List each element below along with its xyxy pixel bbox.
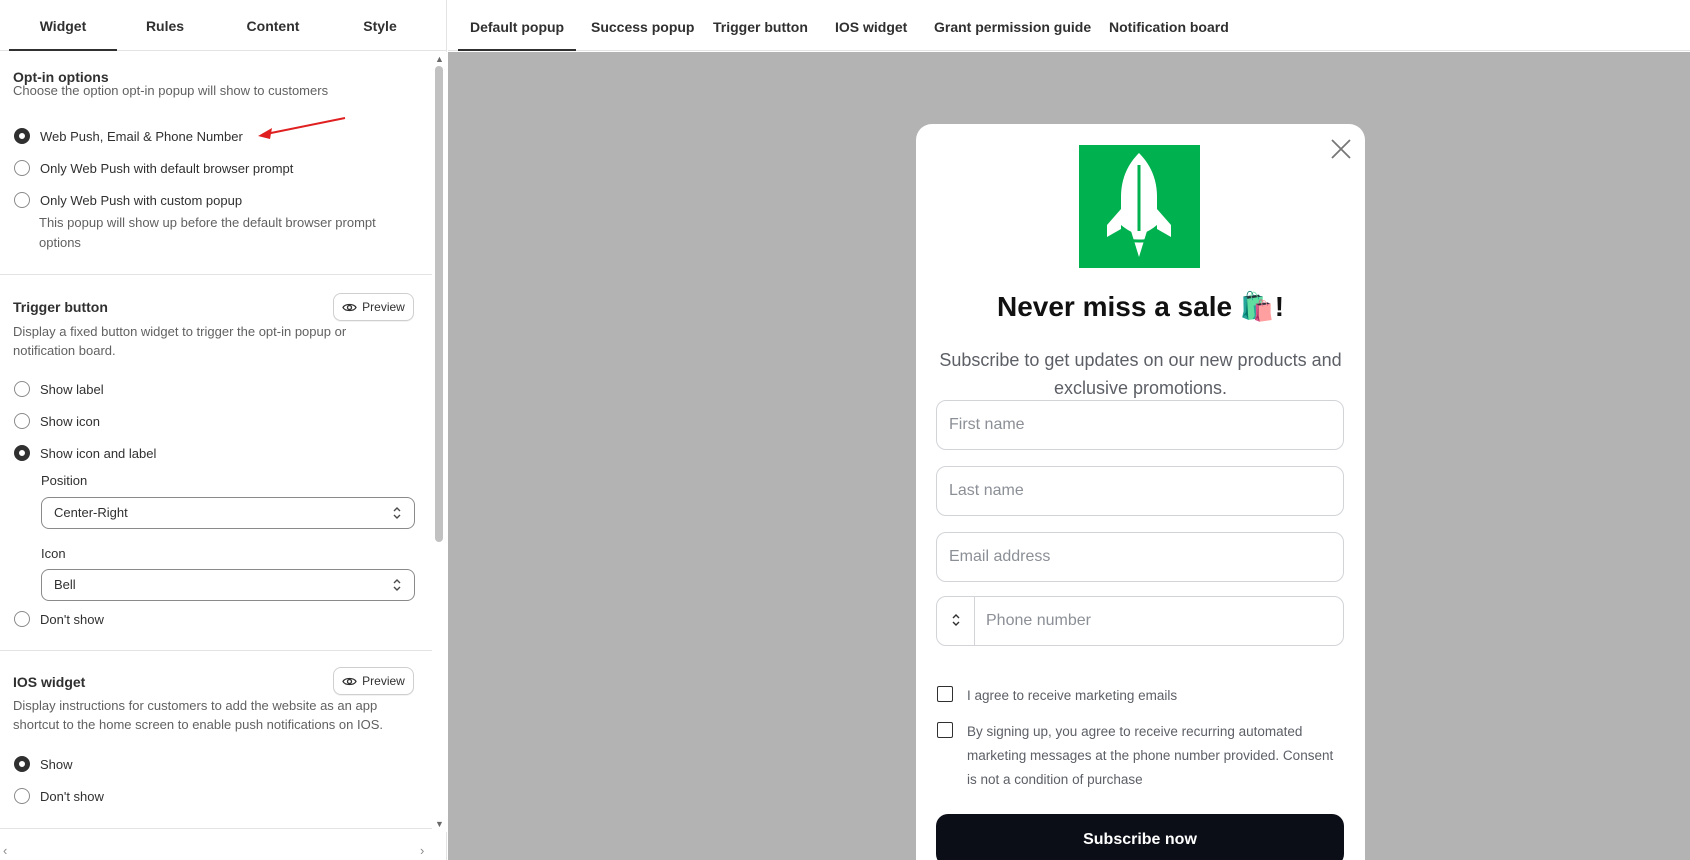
position-select-value: Center-Right — [54, 505, 128, 520]
divider — [0, 650, 432, 651]
input-placeholder: Phone number — [986, 612, 1091, 629]
icon-label: Icon — [41, 546, 66, 561]
first-name-input[interactable]: First name — [936, 400, 1344, 450]
radio-indicator — [14, 611, 30, 627]
optin-popup: Never miss a sale 🛍️! Subscribe to get u… — [916, 124, 1365, 860]
tab-notification-board[interactable]: Notification board — [1109, 0, 1229, 51]
position-label: Position — [41, 473, 88, 488]
divider — [0, 274, 432, 275]
radio-label: Show icon — [40, 413, 100, 429]
tab-rules[interactable]: Rules — [111, 0, 219, 51]
tab-widget[interactable]: Widget — [9, 0, 117, 51]
icon-select-value: Bell — [54, 577, 76, 592]
radio-ios-show[interactable]: Show — [14, 754, 73, 774]
input-placeholder: First name — [949, 416, 1025, 433]
ios-preview-button[interactable]: Preview — [333, 667, 414, 695]
preview-tabs: Default popup Success popup Trigger butt… — [448, 0, 1690, 51]
annotation-arrow-icon — [258, 117, 346, 139]
radio-indicator — [14, 381, 30, 397]
select-arrows-icon — [393, 579, 401, 591]
radio-label: Show — [40, 756, 73, 772]
input-placeholder: Last name — [949, 482, 1024, 499]
radio-indicator — [14, 756, 30, 772]
scroll-down-icon[interactable]: ▼ — [435, 819, 444, 829]
settings-panel: Widget Rules Content Style Opt-in option… — [0, 0, 447, 860]
settings-tabs: Widget Rules Content Style — [0, 0, 447, 51]
radio-label: Show label — [40, 381, 104, 397]
tab-trigger-button[interactable]: Trigger button — [713, 0, 808, 51]
scroll-up-icon[interactable]: ▲ — [435, 54, 444, 64]
marketing-email-checkbox[interactable] — [937, 686, 953, 702]
tab-default-popup[interactable]: Default popup — [458, 0, 577, 51]
select-arrows-icon — [393, 507, 401, 519]
radio-trigger-show-label[interactable]: Show label — [14, 379, 104, 399]
consent-text: I agree to receive marketing emails — [967, 688, 1178, 703]
scroll-left-icon[interactable]: ‹ — [3, 843, 7, 858]
trigger-description: Display a fixed button widget to trigger… — [13, 324, 347, 339]
tab-success-popup[interactable]: Success popup — [591, 0, 694, 51]
icon-select[interactable]: Bell — [41, 569, 415, 601]
consent-text: By signing up, you agree to receive recu… — [967, 724, 1334, 787]
tab-ios-widget[interactable]: IOS widget — [835, 0, 907, 51]
scrollbar-thumb[interactable] — [435, 66, 443, 542]
radio-label: Don't show — [40, 611, 104, 627]
radio-label: Show icon and label — [40, 445, 157, 461]
tab-grant-permission-guide[interactable]: Grant permission guide — [934, 0, 1091, 51]
radio-label: Only Web Push with custom popup — [40, 192, 243, 208]
trigger-description-cont: notification board. — [13, 343, 116, 358]
country-code-select[interactable] — [937, 597, 975, 645]
preview-label: Preview — [362, 674, 405, 688]
trigger-preview-button[interactable]: Preview — [333, 293, 414, 321]
radio-optin-custom-popup[interactable]: Only Web Push with custom popup — [14, 190, 242, 210]
radio-indicator — [14, 413, 30, 429]
radio-indicator — [14, 192, 30, 208]
vertical-scrollbar[interactable]: ▲ ▼ — [432, 52, 447, 832]
trigger-title: Trigger button — [13, 299, 108, 315]
eye-icon — [342, 677, 357, 685]
horizontal-scrollbar[interactable]: ‹ › — [0, 843, 432, 860]
ios-description: Display instructions for customers to ad… — [13, 698, 378, 713]
preview-label: Preview — [362, 300, 405, 314]
sms-consent-checkbox[interactable] — [937, 722, 953, 738]
input-placeholder: Email address — [949, 548, 1051, 565]
eye-icon — [342, 303, 357, 311]
phone-input[interactable]: Phone number — [936, 596, 1344, 646]
close-icon[interactable] — [1330, 138, 1352, 160]
radio-trigger-show-icon[interactable]: Show icon — [14, 411, 100, 431]
select-arrows-icon — [952, 614, 960, 626]
rocket-icon — [1107, 153, 1171, 257]
email-input[interactable]: Email address — [936, 532, 1344, 582]
radio-trigger-show-icon-and-label[interactable]: Show icon and label — [14, 443, 156, 463]
position-select[interactable]: Center-Right — [41, 497, 415, 529]
divider — [0, 828, 432, 829]
radio-indicator — [14, 445, 30, 461]
subscribe-button[interactable]: Subscribe now — [936, 814, 1344, 860]
last-name-input[interactable]: Last name — [936, 466, 1344, 516]
popup-title: Never miss a sale 🛍️! — [996, 291, 1285, 322]
popup-subtitle: Subscribe to get updates on our new prod… — [939, 350, 1342, 398]
brand-logo — [1079, 145, 1200, 268]
radio-indicator — [14, 788, 30, 804]
settings-scroll-area: Opt-in options Choose the option opt-in … — [0, 52, 432, 832]
tab-style[interactable]: Style — [326, 0, 434, 51]
radio-ios-dont-show[interactable]: Don't show — [14, 786, 104, 806]
custom-popup-note: This popup will show up before the defau… — [39, 215, 376, 230]
ios-title: IOS widget — [13, 674, 86, 690]
preview-stage: Never miss a sale 🛍️! Subscribe to get u… — [448, 52, 1690, 860]
tab-content[interactable]: Content — [219, 0, 327, 51]
ios-description-cont: shortcut to the home screen to enable pu… — [13, 717, 383, 732]
scroll-right-icon[interactable]: › — [420, 843, 424, 858]
radio-trigger-dont-show[interactable]: Don't show — [14, 609, 104, 629]
custom-popup-note-cont: options — [39, 235, 81, 250]
radio-label: Don't show — [40, 788, 104, 804]
